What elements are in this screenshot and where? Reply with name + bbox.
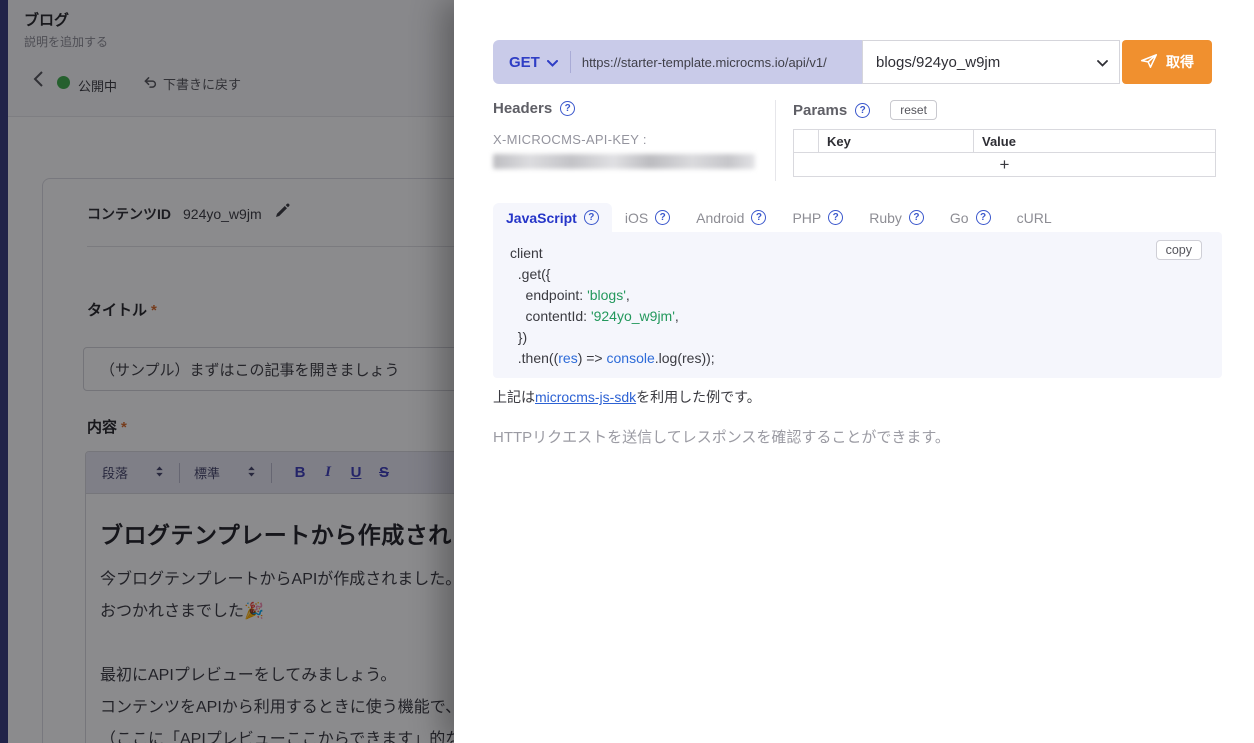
headers-section: Headers ? X-MICROCMS-API-KEY : <box>493 100 776 181</box>
sdk-link[interactable]: microcms-js-sdk <box>535 389 636 405</box>
params-table-header: Key Value <box>794 130 1215 153</box>
code-line: client <box>510 243 1222 264</box>
tab-label: cURL <box>1017 210 1052 226</box>
chevron-down-icon <box>1097 54 1108 71</box>
tab-ios[interactable]: iOS? <box>612 203 683 232</box>
headers-section-title: Headers <box>493 100 552 117</box>
add-param-button[interactable]: + <box>794 153 1215 176</box>
params-section: Params ? reset Key Value + <box>776 100 1216 181</box>
fetch-button[interactable]: 取得 <box>1122 40 1212 84</box>
help-icon[interactable]: ? <box>751 210 766 225</box>
endpoint-value: blogs/924yo_w9jm <box>876 54 1000 71</box>
help-icon[interactable]: ? <box>976 210 991 225</box>
help-icon[interactable]: ? <box>655 210 670 225</box>
sdk-note: 上記はmicrocms-js-sdkを利用した例です。 <box>493 387 761 407</box>
api-preview-panel: GET https://starter-template.microcms.io… <box>454 0 1254 743</box>
code-line: endpoint: 'blogs', <box>510 285 1222 306</box>
tab-javascript[interactable]: JavaScript? <box>493 203 612 232</box>
tab-php[interactable]: PHP? <box>779 203 856 232</box>
send-icon <box>1140 53 1158 72</box>
params-value-header: Value <box>974 134 1215 149</box>
tab-android[interactable]: Android? <box>683 203 779 232</box>
tab-label: PHP <box>792 210 821 226</box>
http-method-value: GET <box>509 54 540 71</box>
copy-button[interactable]: copy <box>1156 240 1202 260</box>
tab-label: Go <box>950 210 969 226</box>
api-key-value-redacted <box>493 154 755 169</box>
tab-go[interactable]: Go? <box>937 203 1004 232</box>
tab-label: JavaScript <box>506 210 577 226</box>
help-icon[interactable]: ? <box>909 210 924 225</box>
tab-label: Ruby <box>869 210 902 226</box>
base-url: https://starter-template.microcms.io/api… <box>571 55 827 70</box>
reset-button[interactable]: reset <box>890 100 937 120</box>
code-line: contentId: '924yo_w9jm', <box>510 306 1222 327</box>
params-table: Key Value + <box>793 129 1216 177</box>
params-section-title: Params <box>793 102 847 119</box>
sdk-note-prefix: 上記は <box>493 389 535 405</box>
http-request-note: HTTPリクエストを送信してレスポンスを確認することができます。 <box>493 426 950 447</box>
params-key-header: Key <box>819 130 974 152</box>
tab-ruby[interactable]: Ruby? <box>856 203 937 232</box>
fetch-button-label: 取得 <box>1166 52 1194 72</box>
help-icon[interactable]: ? <box>855 103 870 118</box>
help-icon[interactable]: ? <box>560 101 575 116</box>
endpoint-combobox[interactable]: blogs/924yo_w9jm <box>862 40 1120 84</box>
request-bar: GET https://starter-template.microcms.io… <box>493 40 1212 84</box>
sdk-note-suffix: を利用した例です。 <box>636 389 761 405</box>
code-lines: client .get({ endpoint: 'blogs', content… <box>510 243 1222 369</box>
modal-overlay[interactable] <box>0 0 454 743</box>
code-snippet-block: client .get({ endpoint: 'blogs', content… <box>493 232 1222 378</box>
help-icon[interactable]: ? <box>584 210 599 225</box>
code-line: .get({ <box>510 264 1222 285</box>
code-line: }) <box>510 327 1222 348</box>
help-icon[interactable]: ? <box>828 210 843 225</box>
tab-label: iOS <box>625 210 648 226</box>
code-tabs: JavaScript?iOS?Android?PHP?Ruby?Go?cURL <box>493 203 1065 232</box>
method-url-segment: GET https://starter-template.microcms.io… <box>493 40 862 84</box>
tab-label: Android <box>696 210 744 226</box>
tab-curl[interactable]: cURL <box>1004 203 1065 232</box>
chevron-down-icon <box>547 54 558 71</box>
params-row-handle-column <box>794 130 819 152</box>
api-key-label: X-MICROCMS-API-KEY : <box>493 132 775 147</box>
http-method-select[interactable]: GET <box>493 54 570 71</box>
code-line: .then((res) => console.log(res)); <box>510 348 1222 369</box>
